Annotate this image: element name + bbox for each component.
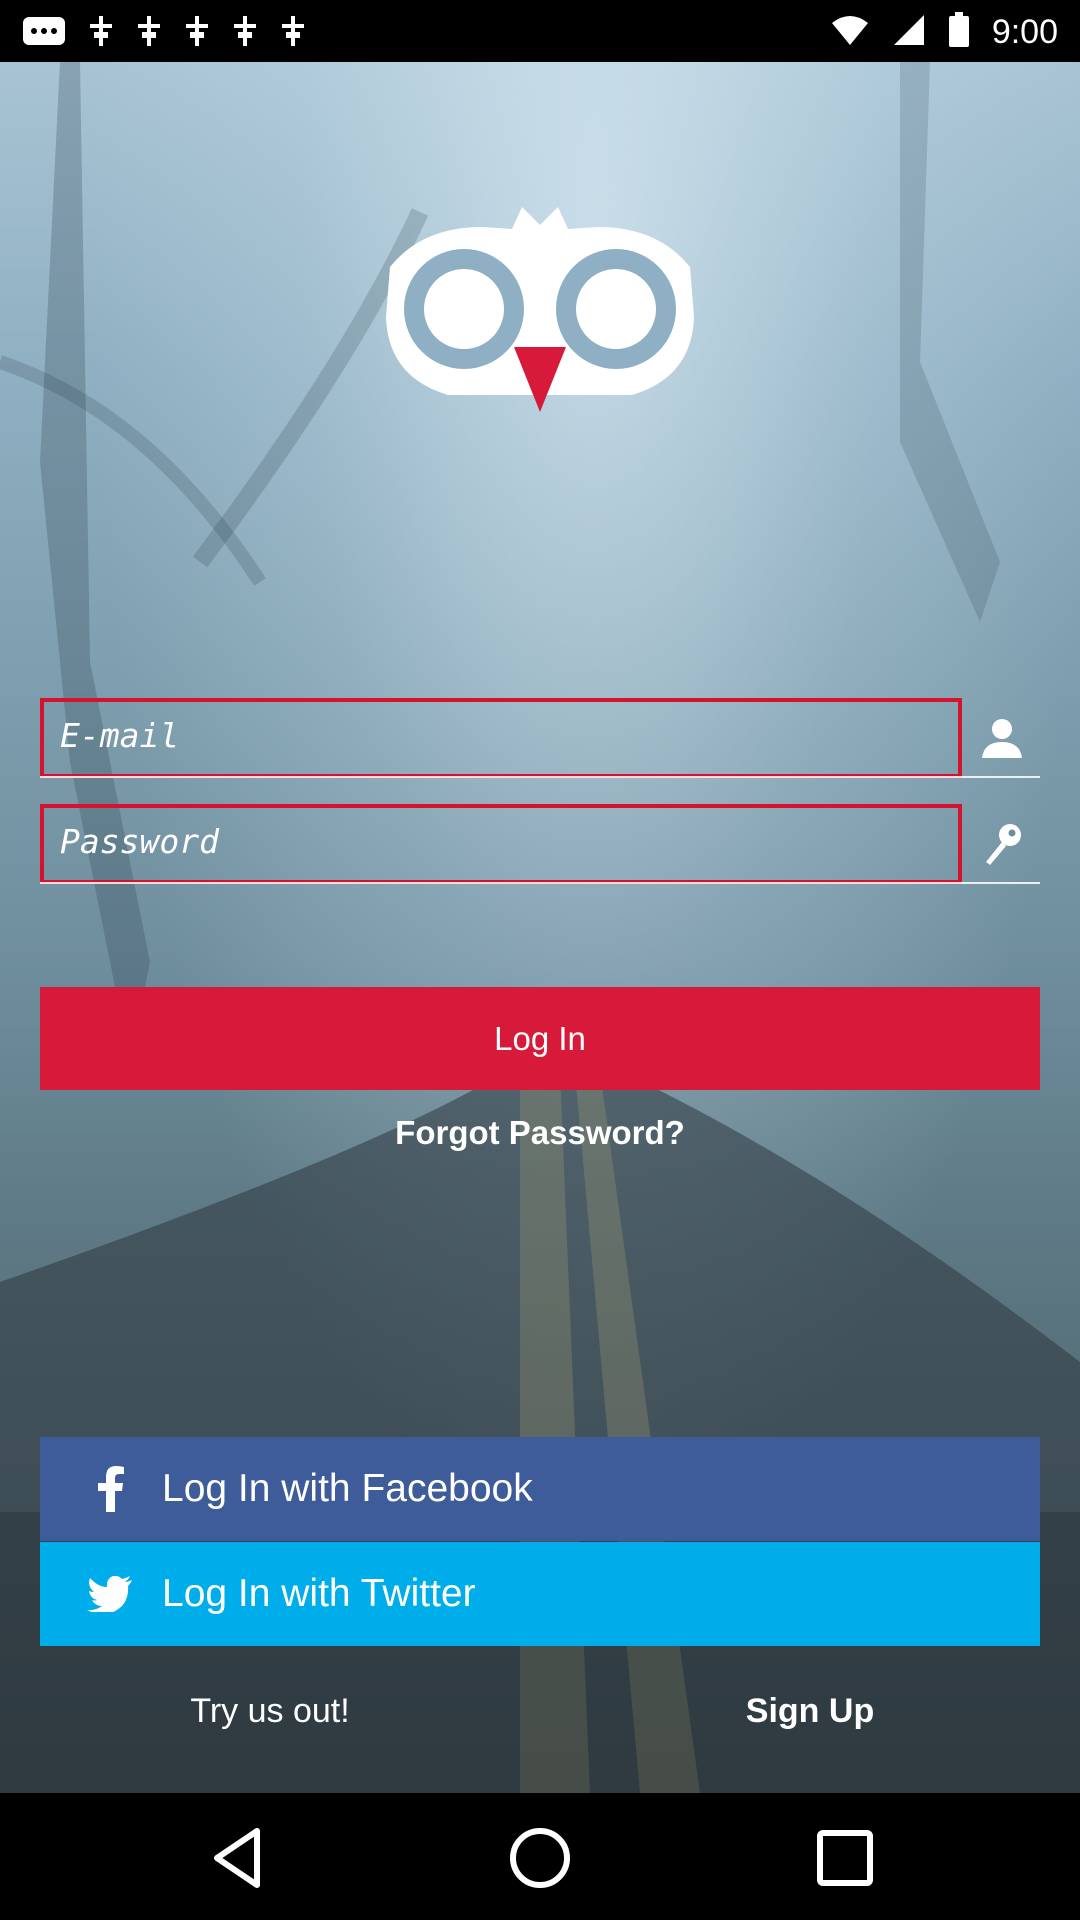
navigation-bar xyxy=(0,1793,1080,1920)
facebook-icon xyxy=(80,1459,140,1519)
status-time: 9:00 xyxy=(991,13,1058,51)
login-screen: Log In Forgot Password? Log In with Face… xyxy=(0,62,1080,1793)
login-button[interactable]: Log In xyxy=(40,987,1040,1090)
notification-icon xyxy=(136,14,162,53)
notification-icon xyxy=(232,14,258,53)
status-bar: 9:00 xyxy=(0,0,1080,62)
email-field[interactable] xyxy=(58,706,942,764)
signal-icon xyxy=(892,13,926,52)
email-underline xyxy=(40,776,1040,778)
twitter-icon xyxy=(80,1564,140,1624)
notification-icon xyxy=(184,14,210,53)
user-icon xyxy=(980,716,1024,760)
battery-icon xyxy=(948,12,970,53)
twitter-login-label: Log In with Twitter xyxy=(162,1572,476,1615)
owl-logo xyxy=(382,207,698,417)
status-right-icons: 9:00 xyxy=(830,12,1058,53)
status-left-icons xyxy=(22,14,306,53)
wifi-icon xyxy=(830,13,870,52)
facebook-login-button[interactable]: Log In with Facebook xyxy=(40,1437,1040,1541)
try-us-out-link[interactable]: Try us out! xyxy=(0,1692,540,1731)
sign-up-link[interactable]: Sign Up xyxy=(540,1692,1080,1731)
key-icon xyxy=(980,822,1024,866)
password-field-row xyxy=(40,804,1040,884)
recents-icon[interactable] xyxy=(810,1823,880,1893)
twitter-login-button[interactable]: Log In with Twitter xyxy=(40,1542,1040,1646)
notification-icon xyxy=(280,14,306,53)
forgot-password-link[interactable]: Forgot Password? xyxy=(0,1114,1080,1152)
password-underline xyxy=(40,882,1040,884)
email-field-row xyxy=(40,698,1040,778)
home-icon[interactable] xyxy=(505,1823,575,1893)
more-icon xyxy=(22,14,66,53)
notification-icon xyxy=(88,14,114,53)
facebook-login-label: Log In with Facebook xyxy=(162,1467,533,1510)
password-field[interactable] xyxy=(58,812,942,870)
back-icon[interactable] xyxy=(205,1823,275,1893)
